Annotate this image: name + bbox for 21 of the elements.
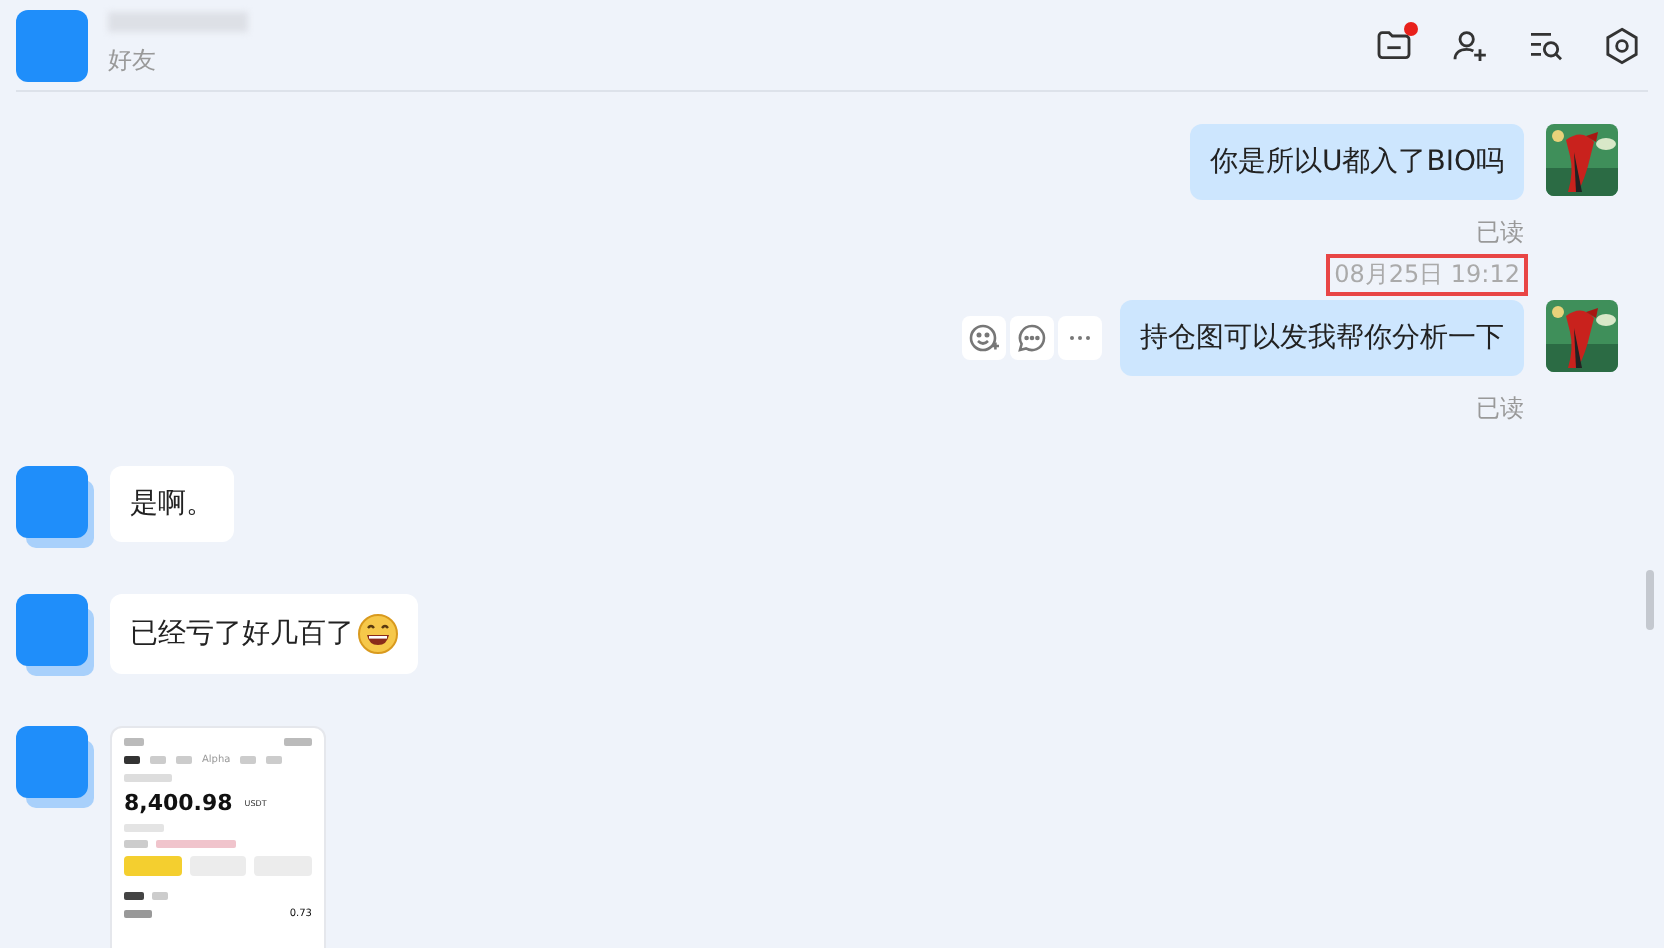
app-primary-button	[124, 856, 182, 876]
reply-button[interactable]	[1010, 316, 1054, 360]
message-bubble: 你是所以U都入了BIO吗	[1190, 124, 1524, 200]
settings-button[interactable]	[1600, 23, 1644, 67]
settings-icon	[1602, 25, 1642, 65]
avatar[interactable]	[16, 9, 88, 81]
message-bubble: 是啊。	[110, 466, 234, 542]
emoji-reaction-button[interactable]	[962, 316, 1006, 360]
contact-type: 好友	[108, 44, 158, 78]
add-user-icon	[1450, 25, 1490, 65]
more-icon	[1068, 334, 1092, 342]
message-bubble: 已经亏了好几百了	[110, 594, 418, 674]
message-bubble: 持仓图可以发我帮你分析一下	[1120, 300, 1524, 376]
read-status: 已读	[1476, 216, 1524, 250]
balance-amount: 8,400.98	[124, 790, 233, 816]
timestamp: 08月25日 19:12	[1326, 254, 1528, 296]
folder-icon	[1374, 25, 1414, 65]
read-status: 已读	[1476, 392, 1524, 426]
scrollbar[interactable]	[1646, 570, 1654, 630]
emoji-icon	[968, 322, 1000, 354]
comment-icon	[1016, 322, 1048, 354]
